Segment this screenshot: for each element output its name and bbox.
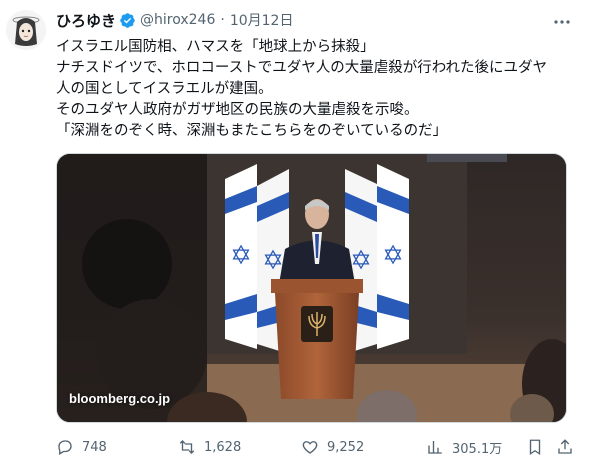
heart-icon bbox=[302, 441, 318, 454]
israel-flag: ✡ bbox=[377, 164, 409, 349]
retweet-button[interactable]: 1,628 bbox=[178, 438, 241, 456]
israel-flag: ✡ bbox=[225, 164, 257, 349]
author-name[interactable]: ひろゆき bbox=[56, 10, 116, 31]
tweet-text: イスラエル国防相、ハマスを「地球上から抹殺」 ナチスドイツで、ホロコーストでユダ… bbox=[56, 37, 576, 142]
photo-watermark: bloomberg.co.jp bbox=[69, 391, 171, 406]
avatar-illustration bbox=[6, 10, 46, 50]
tweet-actions: 748 1,628 9,252 305.1万 bbox=[56, 435, 576, 457]
tweet-date[interactable]: 10月12日 bbox=[230, 10, 294, 30]
tweet-text-line: ナチスドイツで、ホロコーストでユダヤ人の大量虐殺が行われた後にユダヤ bbox=[56, 60, 547, 76]
retweet-icon bbox=[179, 440, 195, 454]
header-separator: · bbox=[220, 12, 225, 28]
avatar[interactable] bbox=[6, 10, 46, 50]
more-dots-icon[interactable] bbox=[552, 14, 572, 30]
tweet-text-line: 「深淵をのぞく時、深淵もまたこちらをのぞいているのだ」 bbox=[56, 123, 448, 139]
tweet-header: ひろゆき @hirox246 · 10月12日 bbox=[56, 8, 576, 32]
reply-count: 748 bbox=[82, 439, 107, 455]
share-button[interactable] bbox=[556, 438, 574, 456]
svg-text:✡: ✡ bbox=[262, 246, 284, 276]
like-button[interactable]: 9,252 bbox=[301, 438, 364, 456]
tweet: ひろゆき @hirox246 · 10月12日 イスラエル国防相、ハマスを「地球… bbox=[0, 0, 595, 457]
tweet-content: ひろゆき @hirox246 · 10月12日 イスラエル国防相、ハマスを「地球… bbox=[56, 8, 576, 457]
tweet-photo[interactable]: ✡ ✡ ✡ ✡ bloomberg.co.jp bbox=[56, 153, 567, 423]
svg-text:✡: ✡ bbox=[382, 241, 404, 271]
views-count: 305.1万 bbox=[452, 441, 503, 457]
views-chart-icon bbox=[428, 441, 442, 454]
verified-badge-icon bbox=[119, 12, 136, 29]
tweet-text-line: そのユダヤ人政府がガザ地区の民族の大量虐殺を示唆。 bbox=[56, 102, 419, 118]
reply-button[interactable]: 748 bbox=[56, 438, 107, 456]
reply-icon bbox=[58, 440, 72, 455]
views-button[interactable]: 305.1万 bbox=[426, 438, 502, 457]
like-count: 9,252 bbox=[327, 439, 365, 455]
author-handle[interactable]: @hirox246 bbox=[140, 12, 215, 28]
svg-text:✡: ✡ bbox=[350, 246, 372, 276]
podium bbox=[271, 279, 363, 399]
tweet-text-line: 人の国としてイスラエルが建国。 bbox=[56, 81, 273, 97]
share-icon bbox=[558, 439, 572, 454]
retweet-count: 1,628 bbox=[204, 439, 242, 455]
photo-scene: ✡ ✡ ✡ ✡ bbox=[57, 154, 566, 422]
svg-text:✡: ✡ bbox=[230, 241, 252, 271]
bookmark-button[interactable] bbox=[526, 438, 544, 456]
bookmark-icon bbox=[529, 439, 541, 456]
tweet-text-line: イスラエル国防相、ハマスを「地球上から抹殺」 bbox=[56, 39, 375, 55]
